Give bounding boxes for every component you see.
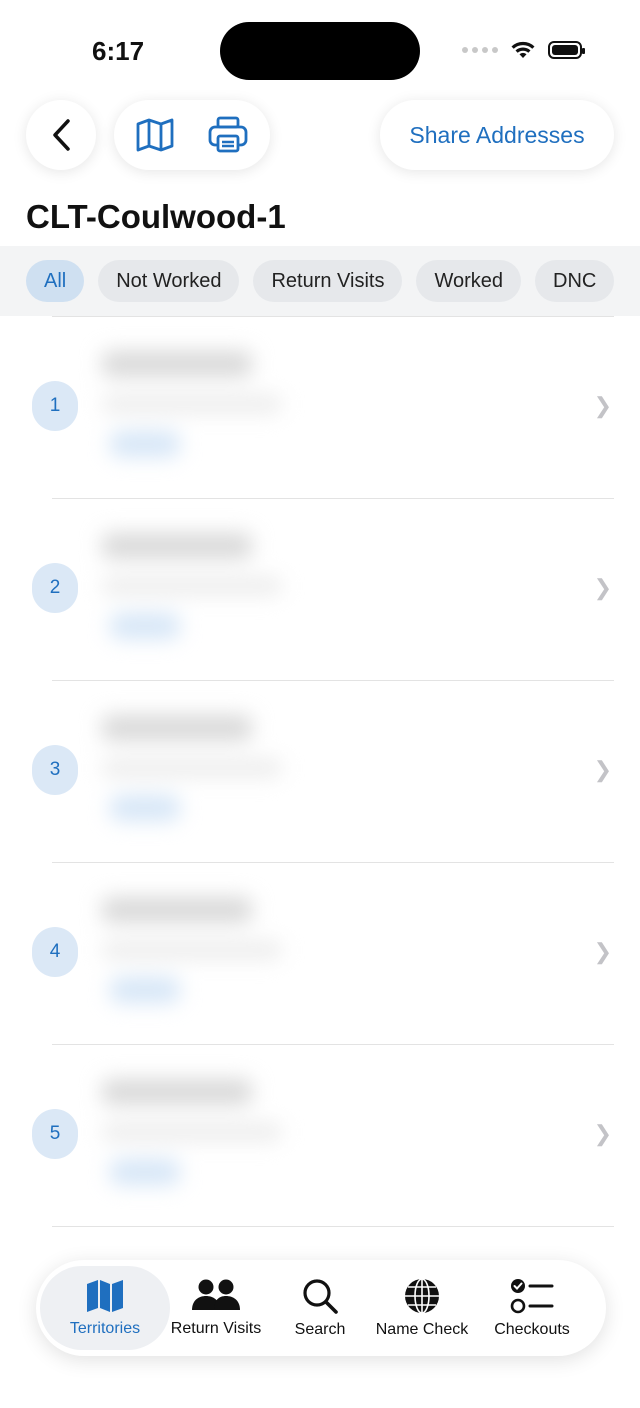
row-number-badge: 5 — [32, 1109, 78, 1159]
tab-checkouts[interactable]: Checkouts — [484, 1260, 580, 1356]
address-list: 1 ❯ 2 ❯ 3 ❯ 4 ❯ 5 ❯ — [0, 316, 640, 1408]
status-time: 6:17 — [92, 36, 145, 66]
tab-return-visits[interactable]: Return Visits — [166, 1260, 266, 1356]
tab-bar: Territories Return Visits Search Name Ch… — [36, 1260, 606, 1356]
status-icons — [462, 40, 585, 60]
chevron-right-icon: ❯ — [593, 757, 612, 782]
row-number-badge: 4 — [32, 927, 78, 977]
filter-chip-return-visits[interactable]: Return Visits — [253, 260, 403, 302]
dynamic-island — [220, 22, 420, 80]
map-icon[interactable] — [136, 118, 174, 152]
tab-name-check[interactable]: Name Check — [370, 1260, 474, 1356]
tab-territories[interactable]: Territories — [40, 1260, 170, 1356]
chevron-right-icon: ❯ — [593, 575, 612, 600]
redacted-address-content — [82, 521, 292, 661]
redacted-address-content — [82, 703, 292, 843]
chevron-right-icon: ❯ — [593, 1121, 612, 1146]
magnifying-glass-icon — [303, 1279, 338, 1314]
list-item[interactable]: 4 ❯ — [32, 862, 614, 1044]
filter-chip-all[interactable]: All — [26, 260, 85, 302]
tab-label: Checkouts — [494, 1321, 570, 1338]
wifi-icon — [511, 41, 535, 58]
redacted-address-content — [82, 885, 292, 1025]
redacted-address-content — [82, 339, 292, 479]
list-item[interactable]: 5 ❯ — [32, 1044, 614, 1226]
filter-bar: All Not Worked Return Visits Worked DNC — [0, 246, 640, 316]
tab-label: Territories — [69, 1320, 141, 1337]
cellular-signal-icon — [462, 47, 498, 53]
row-number-badge: 3 — [32, 745, 78, 795]
list-item[interactable]: 1 ❯ — [32, 316, 614, 498]
row-number-badge: 2 — [32, 563, 78, 613]
list-item[interactable]: 3 ❯ — [32, 680, 614, 862]
list-item[interactable]: 2 ❯ — [32, 498, 614, 680]
map-fill-icon — [87, 1280, 123, 1312]
chevron-left-icon — [53, 119, 70, 151]
people-icon — [192, 1279, 240, 1310]
tab-label: Name Check — [375, 1321, 469, 1338]
share-addresses-button[interactable]: Share Addresses — [380, 100, 614, 170]
printer-icon[interactable] — [208, 116, 248, 154]
page-title: CLT-Coulwood-1 — [26, 198, 286, 235]
back-button[interactable] — [26, 100, 96, 170]
filter-chip-not-worked[interactable]: Not Worked — [98, 260, 240, 302]
chevron-right-icon: ❯ — [593, 393, 612, 418]
tab-label: Return Visits — [170, 1320, 262, 1337]
globe-icon — [405, 1278, 439, 1314]
filter-chip-worked[interactable]: Worked — [416, 260, 522, 302]
redacted-address-content — [82, 1067, 292, 1207]
row-number-badge: 1 — [32, 381, 78, 431]
battery-icon — [548, 41, 585, 59]
chevron-right-icon: ❯ — [593, 939, 612, 964]
tab-search[interactable]: Search — [274, 1260, 366, 1356]
toolbar-group — [114, 100, 270, 170]
tab-label: Search — [294, 1321, 346, 1338]
filter-chip-dnc[interactable]: DNC — [535, 260, 615, 302]
checklist-icon — [510, 1279, 554, 1314]
